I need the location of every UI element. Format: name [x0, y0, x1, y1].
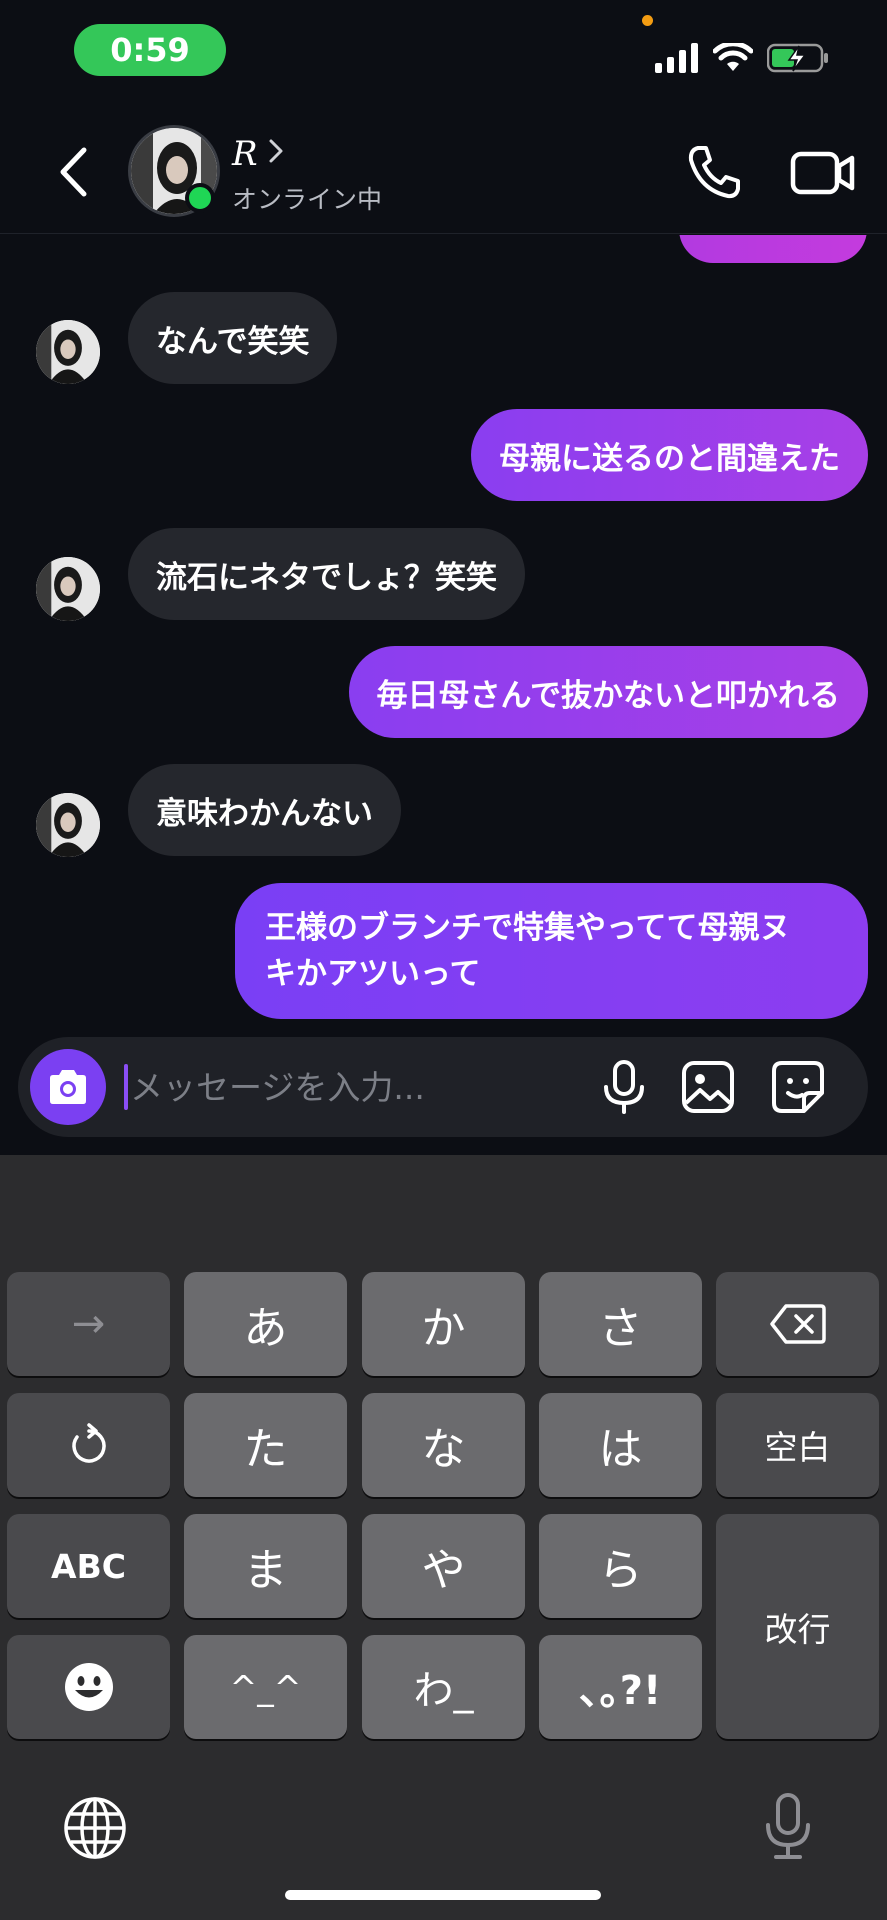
home-indicator[interactable]: [285, 1890, 601, 1900]
sticker-button[interactable]: [768, 1057, 828, 1117]
key-ya[interactable]: や: [362, 1514, 525, 1618]
voice-message-button[interactable]: [594, 1057, 654, 1117]
key-sa[interactable]: さ: [539, 1272, 702, 1376]
contact-name[interactable]: R: [232, 134, 258, 174]
key-kaomoji[interactable]: ^_^: [184, 1635, 347, 1739]
key-arrow-next[interactable]: →: [7, 1272, 170, 1376]
image-icon: [682, 1061, 734, 1113]
emoji-icon: [64, 1663, 113, 1711]
text-cursor: [124, 1064, 128, 1110]
key-wa[interactable]: わ_: [362, 1635, 525, 1739]
status-time: 0:59: [74, 24, 226, 76]
message-bubble-outgoing[interactable]: 毎日母さんで抜かないと叩かれる: [348, 646, 868, 738]
key-ma[interactable]: ま: [184, 1514, 347, 1618]
contact-status: オンライン中: [232, 185, 383, 214]
key-punctuation[interactable]: ､｡?!: [539, 1635, 702, 1739]
microphone-icon: [766, 1793, 810, 1859]
microphone-icon: [604, 1060, 644, 1114]
back-button[interactable]: [48, 142, 98, 202]
status-icons: [655, 38, 829, 78]
message-bubble-outgoing[interactable]: 王様のブランチで特集やってて母親ヌ キかアツいって: [235, 883, 868, 1019]
globe-icon: [64, 1797, 126, 1859]
key-a[interactable]: あ: [184, 1272, 347, 1376]
sender-avatar[interactable]: [36, 320, 100, 384]
voice-call-button[interactable]: [684, 142, 744, 202]
avatar-photo: [36, 557, 100, 621]
online-indicator: [185, 183, 215, 213]
privacy-indicator: [642, 15, 653, 26]
sender-avatar[interactable]: [36, 557, 100, 621]
arrow-right-icon: →: [71, 1301, 106, 1347]
key-emoji[interactable]: [7, 1635, 170, 1739]
phone-icon: [688, 146, 740, 199]
key-enter[interactable]: 改行: [716, 1514, 879, 1739]
key-undo[interactable]: [7, 1393, 170, 1497]
avatar-photo: [36, 793, 100, 857]
key-na[interactable]: な: [362, 1393, 525, 1497]
gallery-button[interactable]: [678, 1057, 738, 1117]
status-bar: 0:59: [0, 0, 887, 110]
chat-header: R オンライン中: [0, 110, 887, 234]
camera-icon: [50, 1070, 86, 1104]
video-call-button[interactable]: [790, 142, 860, 202]
message-line: 王様のブランチで特集やってて母親ヌ: [265, 910, 791, 946]
key-ka[interactable]: か: [362, 1272, 525, 1376]
message-input[interactable]: [130, 1055, 590, 1119]
battery-charging-icon: [767, 43, 828, 73]
chevron-left-icon: [60, 147, 87, 197]
sender-avatar[interactable]: [36, 793, 100, 857]
chevron-right-icon: [269, 139, 283, 163]
video-camera-icon: [790, 151, 855, 195]
key-ta[interactable]: た: [184, 1393, 347, 1497]
wifi-icon: [713, 43, 753, 71]
dictation-button[interactable]: [760, 1791, 816, 1863]
camera-button[interactable]: [30, 1049, 106, 1125]
message-bubble-outgoing[interactable]: 母親に送るのと間違えた: [471, 409, 868, 501]
key-space[interactable]: 空白: [716, 1393, 879, 1497]
key-delete[interactable]: [716, 1272, 879, 1376]
cellular-signal-icon: [655, 43, 698, 73]
key-ra[interactable]: ら: [539, 1514, 702, 1618]
message-bubble-incoming[interactable]: 流石にネタでしょ？笑笑: [128, 528, 525, 620]
keyboard-switch-button[interactable]: [62, 1795, 128, 1861]
message-bubble-outgoing-partial: [679, 235, 867, 263]
undo-icon: [71, 1423, 106, 1463]
message-line: キかアツいって: [265, 956, 481, 992]
message-composer: [18, 1037, 868, 1137]
backspace-icon: [769, 1304, 826, 1344]
key-ha[interactable]: は: [539, 1393, 702, 1497]
avatar-photo: [36, 320, 100, 384]
key-abc[interactable]: ABC: [7, 1514, 170, 1618]
message-bubble-incoming[interactable]: 意味わかんない: [128, 764, 401, 856]
message-bubble-incoming[interactable]: なんで笑笑: [128, 292, 338, 384]
sticker-icon: [772, 1061, 824, 1113]
keyboard: → あ か さ た な は 空白 ABC ま や ら 改行 ^_^ わ_ ､｡?…: [0, 1155, 887, 1920]
message-list[interactable]: なんで笑笑 母親に送るのと間違えた 流石にネタでしょ？笑笑 毎日母さんで抜かない…: [0, 235, 887, 1035]
